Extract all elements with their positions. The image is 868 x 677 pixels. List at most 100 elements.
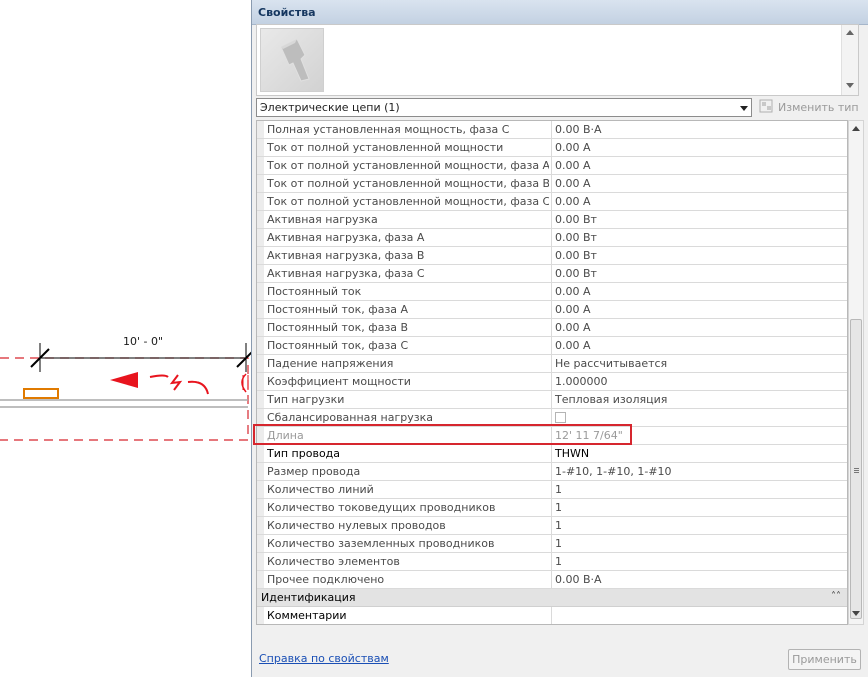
property-name: Коэффициент мощности bbox=[267, 375, 411, 388]
properties-help-link[interactable]: Справка по свойствам bbox=[259, 652, 389, 665]
row-gutter bbox=[257, 571, 264, 588]
circuit-type-icon bbox=[280, 38, 310, 82]
property-value[interactable]: 0.00 A bbox=[555, 177, 843, 190]
property-name: Тип провода bbox=[267, 447, 341, 460]
property-row[interactable]: Прочее подключено 0.00 В·А bbox=[257, 571, 847, 589]
property-name: Ток от полной установленной мощности, фа… bbox=[267, 177, 549, 190]
property-row[interactable]: Сбалансированная нагрузка bbox=[257, 409, 847, 427]
balanced-load-checkbox[interactable] bbox=[555, 412, 566, 423]
property-value[interactable]: 0.00 A bbox=[555, 159, 843, 172]
property-row[interactable]: Постоянный ток, фаза B 0.00 A bbox=[257, 319, 847, 337]
property-row[interactable]: Активная нагрузка 0.00 Вт bbox=[257, 211, 847, 229]
edit-type-icon bbox=[759, 99, 773, 113]
property-row[interactable]: Размер провода 1-#10, 1-#10, 1-#10 bbox=[257, 463, 847, 481]
preview-scrollbar[interactable] bbox=[841, 25, 858, 95]
apply-button[interactable]: Применить bbox=[788, 649, 861, 670]
scroll-up-icon[interactable] bbox=[852, 126, 860, 131]
property-name: Активная нагрузка, фаза C bbox=[267, 267, 425, 280]
property-row[interactable]: Количество заземленных проводников 1 bbox=[257, 535, 847, 553]
property-row[interactable]: Активная нагрузка, фаза A 0.00 Вт bbox=[257, 229, 847, 247]
property-value[interactable]: 1-#10, 1-#10, 1-#10 bbox=[555, 465, 843, 478]
property-row[interactable]: Ток от полной установленной мощности, фа… bbox=[257, 157, 847, 175]
lightning-icon bbox=[169, 374, 183, 391]
property-row[interactable]: Ток от полной установленной мощности 0.00… bbox=[257, 139, 847, 157]
property-value[interactable]: 1 bbox=[555, 555, 843, 568]
property-value[interactable]: THWN bbox=[555, 447, 843, 460]
property-value[interactable]: 1 bbox=[555, 501, 843, 514]
property-value[interactable]: 0.00 В·А bbox=[555, 123, 843, 136]
property-value[interactable]: 0.00 A bbox=[555, 321, 843, 334]
type-selector-dropdown[interactable]: Электрические цепи (1) bbox=[256, 98, 752, 117]
property-row[interactable]: Количество нулевых проводов 1 bbox=[257, 517, 847, 535]
property-row[interactable]: Тип провода THWN bbox=[257, 445, 847, 463]
property-name: Сбалансированная нагрузка bbox=[267, 411, 433, 424]
property-value[interactable]: 0.00 Вт bbox=[555, 249, 843, 262]
property-name: Ток от полной установленной мощности, фа… bbox=[267, 159, 549, 172]
property-value[interactable]: 1 bbox=[555, 519, 843, 532]
property-row[interactable]: Количество токоведущих проводников 1 bbox=[257, 499, 847, 517]
property-row[interactable]: Длина 12' 11 7/64" bbox=[257, 427, 847, 445]
group-header-identification[interactable]: Идентификация ˄˄ bbox=[257, 589, 847, 607]
property-name: Количество заземленных проводников bbox=[267, 537, 495, 550]
property-row[interactable]: Падение напряжения Не рассчитывается bbox=[257, 355, 847, 373]
row-gutter bbox=[257, 211, 264, 228]
property-value[interactable]: Не рассчитывается bbox=[555, 357, 843, 370]
property-name: Тип нагрузки bbox=[267, 393, 345, 406]
property-row[interactable]: Количество элементов 1 bbox=[257, 553, 847, 571]
property-row[interactable]: Активная нагрузка, фаза C 0.00 Вт bbox=[257, 265, 847, 283]
property-row[interactable]: Постоянный ток, фаза C 0.00 A bbox=[257, 337, 847, 355]
property-name: Количество токоведущих проводников bbox=[267, 501, 496, 514]
property-name: Длина bbox=[267, 429, 304, 442]
row-gutter bbox=[257, 553, 264, 570]
column-divider bbox=[551, 157, 552, 174]
dropdown-arrow-icon[interactable] bbox=[740, 106, 748, 111]
property-value[interactable]: 0.00 Вт bbox=[555, 267, 843, 280]
group-name: Идентификация bbox=[261, 591, 356, 604]
property-name: Размер провода bbox=[267, 465, 361, 478]
palette-title-bar[interactable]: Свойства bbox=[252, 0, 868, 25]
property-value[interactable]: Тепловая изоляция bbox=[555, 393, 843, 406]
property-row[interactable]: Тип нагрузки Тепловая изоляция bbox=[257, 391, 847, 409]
property-value[interactable]: 0.00 В·А bbox=[555, 573, 843, 586]
scroll-up-icon[interactable] bbox=[846, 30, 854, 35]
property-row[interactable]: Ток от полной установленной мощности, фа… bbox=[257, 175, 847, 193]
property-row[interactable]: Полная установленная мощность, фаза C 0.0… bbox=[257, 121, 847, 139]
panel-tag[interactable] bbox=[23, 388, 59, 399]
property-row[interactable]: Ток от полной установленной мощности, фа… bbox=[257, 193, 847, 211]
scroll-down-icon[interactable] bbox=[846, 83, 854, 88]
drawing-canvas[interactable]: 10' - 0" bbox=[0, 0, 252, 677]
property-grid-scrollbar[interactable] bbox=[848, 120, 864, 625]
property-row[interactable]: Коэффициент мощности 1.000000 bbox=[257, 373, 847, 391]
property-row[interactable]: Активная нагрузка, фаза B 0.00 Вт bbox=[257, 247, 847, 265]
row-gutter bbox=[257, 121, 264, 138]
dimension-label: 10' - 0" bbox=[122, 335, 164, 348]
property-grid: Полная установленная мощность, фаза C 0.0… bbox=[256, 120, 848, 625]
property-value[interactable]: 0.00 A bbox=[555, 141, 843, 154]
column-divider bbox=[551, 265, 552, 282]
edit-type-button[interactable]: Изменить тип bbox=[758, 98, 862, 117]
property-row[interactable]: Постоянный ток 0.00 A bbox=[257, 283, 847, 301]
column-divider bbox=[551, 409, 552, 426]
collapse-chevron-icon[interactable]: ˄˄ bbox=[831, 591, 841, 602]
property-row[interactable]: Количество линий 1 bbox=[257, 481, 847, 499]
column-divider bbox=[551, 355, 552, 372]
property-value[interactable]: 1.000000 bbox=[555, 375, 843, 388]
property-row[interactable]: Комментарии bbox=[257, 607, 847, 624]
row-gutter bbox=[257, 427, 264, 444]
property-name: Количество нулевых проводов bbox=[267, 519, 446, 532]
column-divider bbox=[551, 463, 552, 480]
scroll-down-icon[interactable] bbox=[852, 611, 860, 616]
property-name: Прочее подключено bbox=[267, 573, 385, 586]
property-value[interactable]: 1 bbox=[555, 537, 843, 550]
property-value[interactable]: 0.00 A bbox=[555, 339, 843, 352]
property-value[interactable]: 0.00 A bbox=[555, 303, 843, 316]
property-value[interactable]: 0.00 Вт bbox=[555, 213, 843, 226]
property-value[interactable]: 0.00 A bbox=[555, 285, 843, 298]
property-value[interactable]: 0.00 Вт bbox=[555, 231, 843, 244]
column-divider bbox=[551, 607, 552, 624]
column-divider bbox=[551, 535, 552, 552]
scrollbar-thumb[interactable] bbox=[850, 319, 862, 619]
property-value[interactable]: 1 bbox=[555, 483, 843, 496]
property-value[interactable]: 0.00 A bbox=[555, 195, 843, 208]
property-row[interactable]: Постоянный ток, фаза A 0.00 A bbox=[257, 301, 847, 319]
